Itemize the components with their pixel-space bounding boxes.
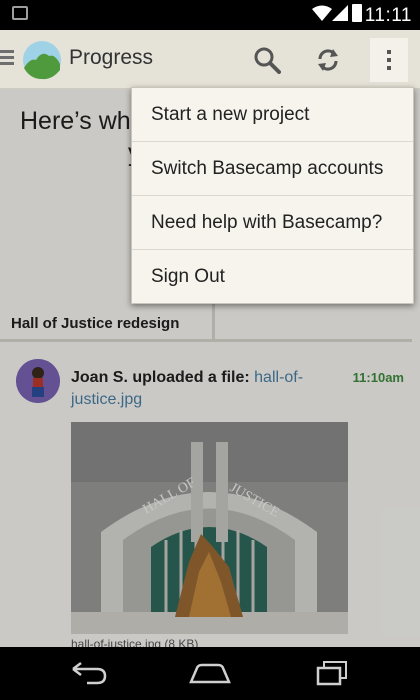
battery-icon <box>352 4 362 22</box>
picture-icon <box>12 6 28 20</box>
status-time: 11:11 <box>364 5 412 26</box>
status-bar: 11:11 <box>0 0 420 30</box>
drawer-icon[interactable] <box>0 50 14 66</box>
basecamp-logo[interactable] <box>22 40 62 80</box>
recent-apps-icon <box>316 661 347 686</box>
recent-apps-button[interactable] <box>302 655 362 691</box>
wifi-icon <box>312 5 332 21</box>
menu-item-switch-accounts[interactable]: Switch Basecamp accounts <box>132 142 413 196</box>
signal-icon <box>332 5 348 21</box>
overflow-menu: Start a new project Switch Basecamp acco… <box>131 87 414 304</box>
home-button[interactable] <box>180 655 240 691</box>
menu-item-help[interactable]: Need help with Basecamp? <box>132 196 413 250</box>
app-bar: Progress <box>0 30 420 89</box>
refresh-icon <box>318 49 338 71</box>
menu-item-start-new-project[interactable]: Start a new project <box>132 88 413 142</box>
home-icon <box>189 663 231 684</box>
refresh-button[interactable] <box>306 38 350 82</box>
search-icon <box>254 47 281 74</box>
app-title: Progress <box>69 46 154 69</box>
navigation-bar <box>0 647 420 700</box>
overflow-menu-button[interactable] <box>370 38 408 82</box>
search-button[interactable] <box>245 38 289 82</box>
back-button[interactable] <box>57 655 117 691</box>
overflow-menu-icon <box>387 46 391 74</box>
back-icon <box>72 662 107 685</box>
menu-item-sign-out[interactable]: Sign Out <box>132 250 413 303</box>
